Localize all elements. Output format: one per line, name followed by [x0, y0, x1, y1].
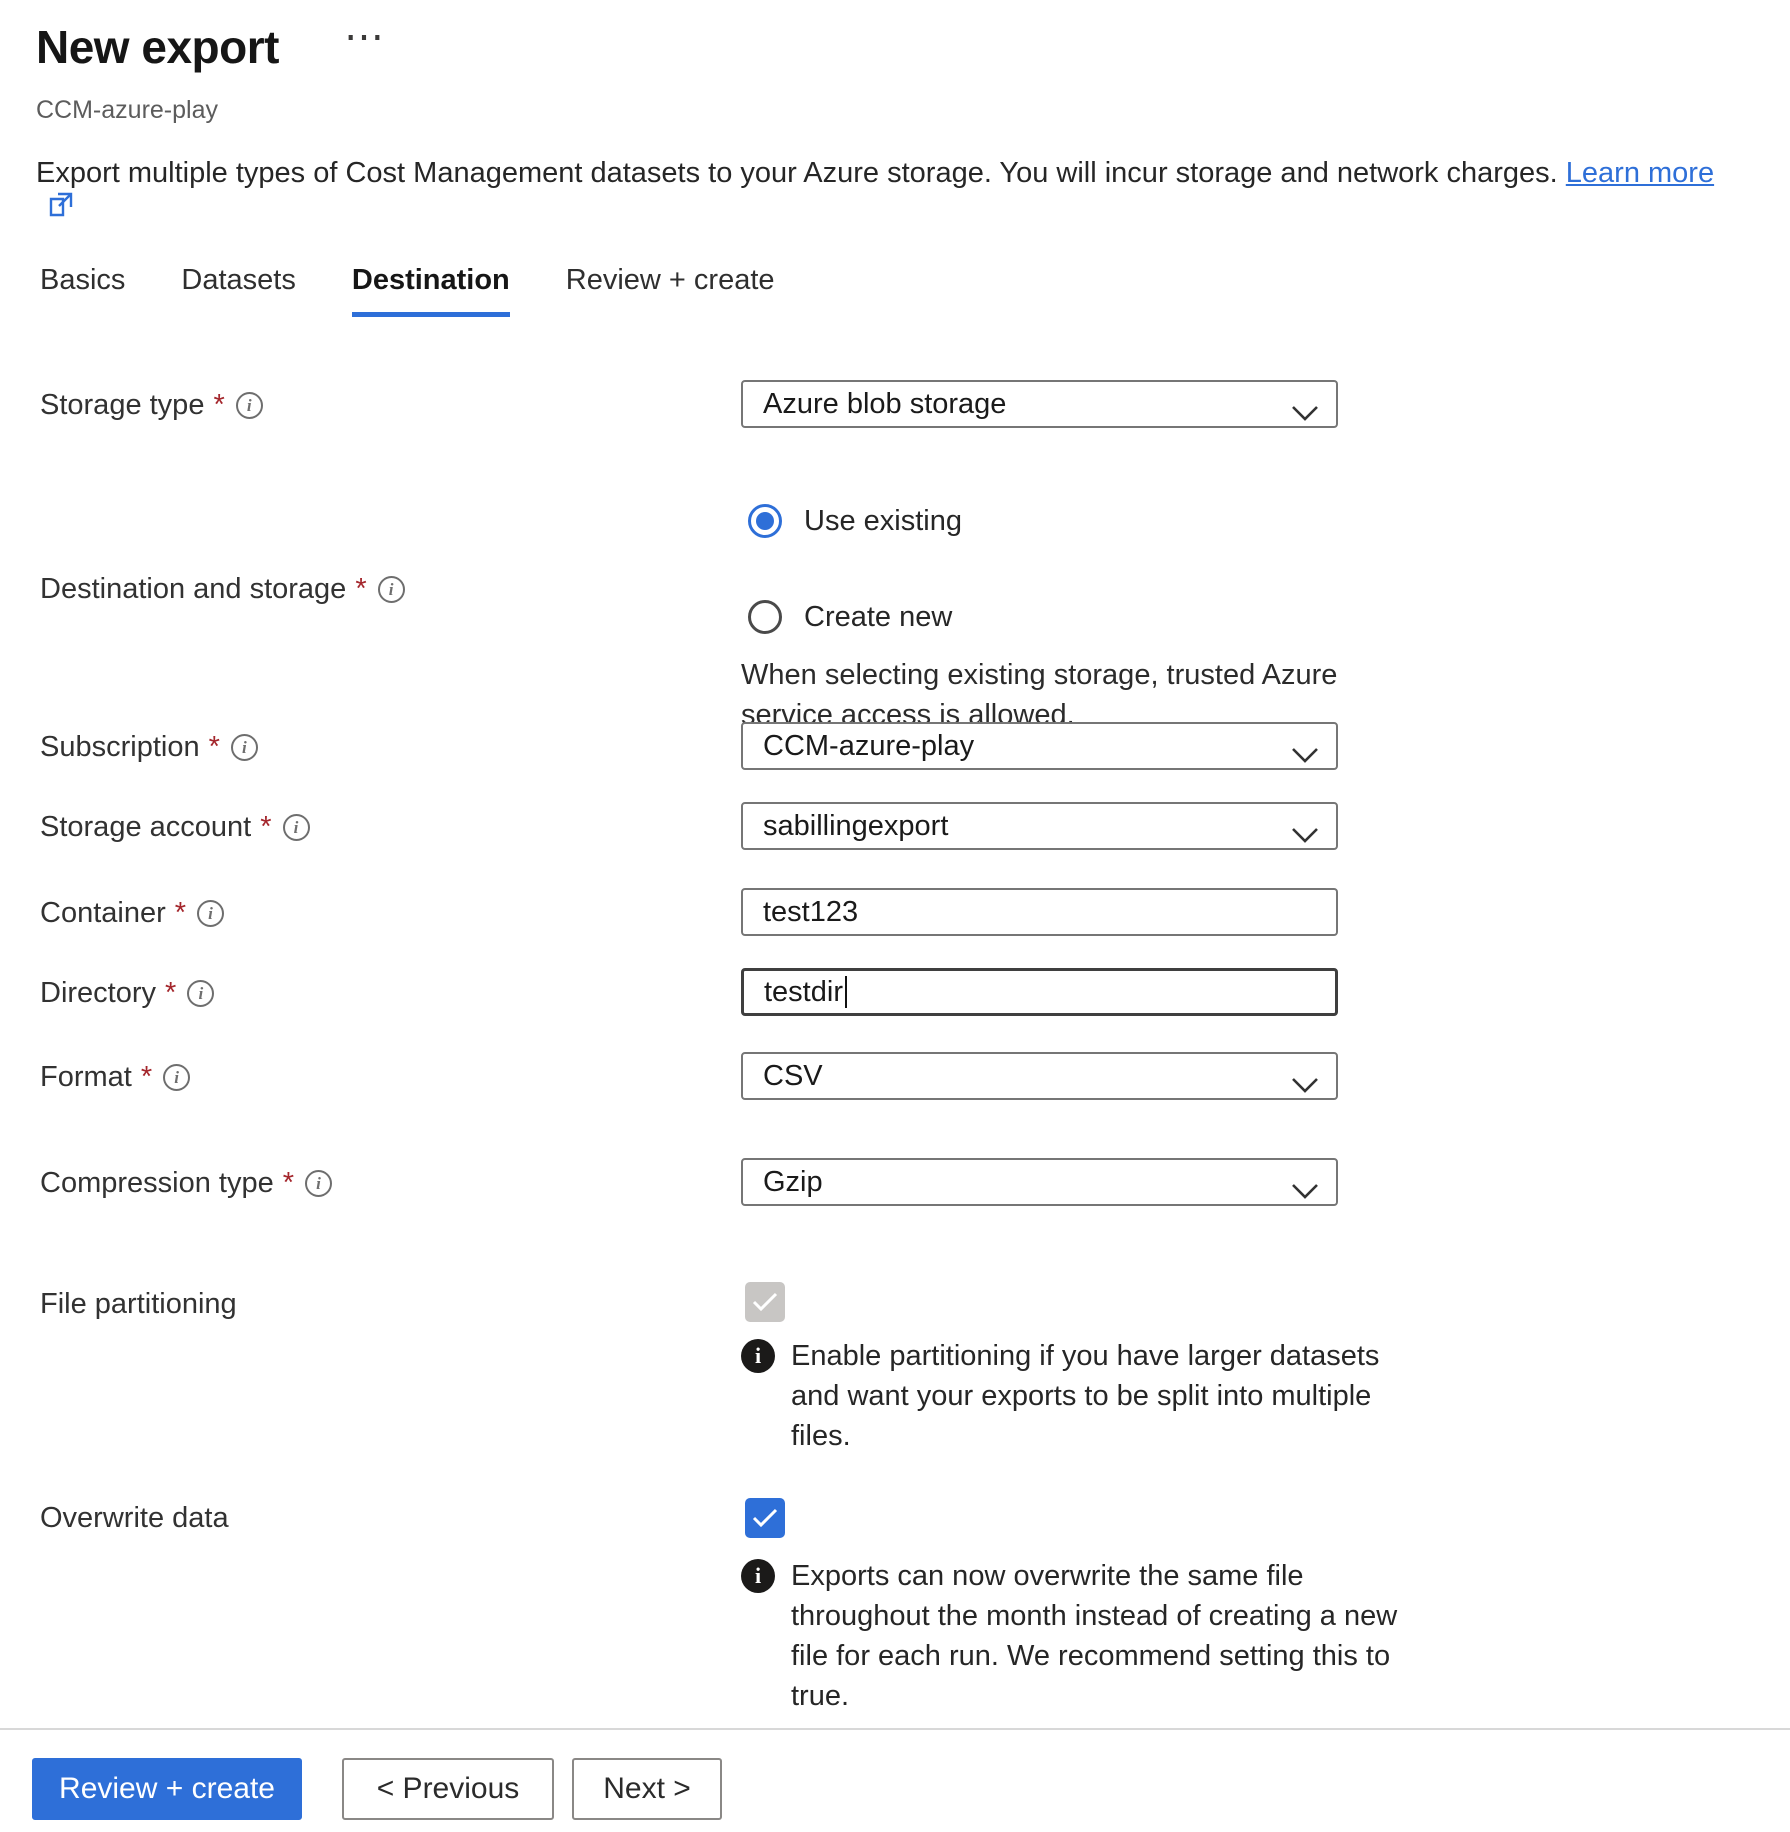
info-icon[interactable]: i: [305, 1170, 332, 1197]
format-value: CSV: [763, 1060, 823, 1093]
info-icon[interactable]: i: [231, 734, 258, 761]
chevron-down-icon: [1290, 819, 1320, 852]
required-marker: *: [260, 811, 271, 844]
file-partitioning-note: i Enable partitioning if you have larger…: [741, 1336, 1431, 1456]
directory-value: testdir: [764, 976, 843, 1009]
footer-divider: [0, 1728, 1790, 1730]
container-value: test123: [763, 896, 858, 929]
page-title: New export: [36, 20, 279, 74]
required-marker: *: [165, 977, 176, 1010]
more-options-icon[interactable]: ⋯: [344, 14, 388, 60]
page-subtitle: CCM-azure-play: [36, 96, 218, 125]
overwrite-data-checkbox[interactable]: [745, 1498, 785, 1538]
required-marker: *: [355, 573, 366, 606]
overwrite-data-note-text: Exports can now overwrite the same file …: [791, 1556, 1431, 1716]
required-marker: *: [209, 731, 220, 764]
chevron-down-icon: [1290, 739, 1320, 772]
page-description: Export multiple types of Cost Management…: [36, 157, 1756, 228]
next-button[interactable]: Next >: [572, 1758, 722, 1820]
destination-and-storage-label: Destination and storage * i: [40, 573, 405, 606]
description-text: Export multiple types of Cost Management…: [36, 157, 1558, 189]
text-cursor: [845, 976, 847, 1008]
review-create-button[interactable]: Review + create: [32, 1758, 302, 1820]
external-link-icon: [46, 190, 76, 228]
overwrite-data-note: i Exports can now overwrite the same fil…: [741, 1556, 1431, 1716]
required-marker: *: [175, 897, 186, 930]
tab-basics[interactable]: Basics: [40, 264, 125, 317]
overwrite-data-label: Overwrite data: [40, 1502, 229, 1535]
format-label: Format * i: [40, 1061, 190, 1094]
storage-account-label: Storage account * i: [40, 811, 310, 844]
tab-destination[interactable]: Destination: [352, 264, 510, 317]
info-icon[interactable]: i: [163, 1064, 190, 1091]
container-label: Container * i: [40, 897, 224, 930]
info-icon[interactable]: i: [236, 392, 263, 419]
radio-selected-icon: [748, 504, 782, 538]
required-marker: *: [213, 389, 224, 422]
info-icon[interactable]: i: [378, 576, 405, 603]
storage-type-value: Azure blob storage: [763, 388, 1006, 421]
chevron-down-icon: [1290, 397, 1320, 430]
chevron-down-icon: [1290, 1069, 1320, 1102]
info-icon[interactable]: i: [283, 814, 310, 841]
info-icon[interactable]: i: [187, 980, 214, 1007]
tab-datasets[interactable]: Datasets: [181, 264, 295, 317]
file-partitioning-label: File partitioning: [40, 1288, 237, 1321]
subscription-dropdown[interactable]: CCM-azure-play: [741, 722, 1338, 770]
radio-use-existing-label: Use existing: [804, 505, 962, 538]
learn-more-link[interactable]: Learn more: [1566, 157, 1714, 189]
file-partitioning-checkbox: [745, 1282, 785, 1322]
directory-input[interactable]: testdir: [741, 968, 1338, 1016]
check-icon: [752, 1292, 778, 1312]
file-partitioning-note-text: Enable partitioning if you have larger d…: [791, 1336, 1431, 1456]
compression-type-label: Compression type * i: [40, 1167, 332, 1200]
format-dropdown[interactable]: CSV: [741, 1052, 1338, 1100]
wizard-tabs: Basics Datasets Destination Review + cre…: [40, 264, 775, 317]
storage-type-label: Storage type * i: [40, 389, 263, 422]
directory-label: Directory * i: [40, 977, 214, 1010]
compression-type-dropdown[interactable]: Gzip: [741, 1158, 1338, 1206]
subscription-label: Subscription * i: [40, 731, 258, 764]
subscription-value: CCM-azure-play: [763, 730, 974, 763]
info-icon[interactable]: i: [197, 900, 224, 927]
radio-create-new-label: Create new: [804, 601, 952, 634]
check-icon: [752, 1508, 778, 1528]
storage-type-dropdown[interactable]: Azure blob storage: [741, 380, 1338, 428]
radio-create-new[interactable]: Create new: [748, 600, 952, 634]
radio-use-existing[interactable]: Use existing: [748, 504, 962, 538]
radio-unselected-icon: [748, 600, 782, 634]
new-export-page: New export ⋯ CCM-azure-play Export multi…: [0, 0, 1790, 1832]
info-filled-icon: i: [741, 1339, 775, 1373]
storage-account-value: sabillingexport: [763, 810, 948, 843]
container-input[interactable]: test123: [741, 888, 1338, 936]
tab-review-create[interactable]: Review + create: [566, 264, 775, 317]
storage-account-dropdown[interactable]: sabillingexport: [741, 802, 1338, 850]
required-marker: *: [283, 1167, 294, 1200]
compression-type-value: Gzip: [763, 1166, 823, 1199]
info-filled-icon: i: [741, 1559, 775, 1593]
required-marker: *: [141, 1061, 152, 1094]
chevron-down-icon: [1290, 1175, 1320, 1208]
previous-button[interactable]: < Previous: [342, 1758, 554, 1820]
